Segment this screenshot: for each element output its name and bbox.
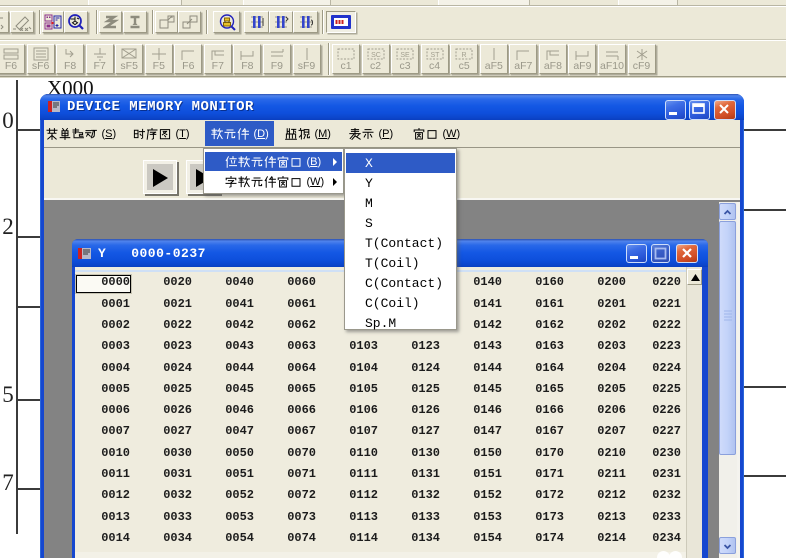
svg-text:R: R xyxy=(462,52,467,59)
svg-text:ST: ST xyxy=(430,52,440,59)
svg-text:SE: SE xyxy=(400,52,410,59)
svg-text:SC: SC xyxy=(371,52,381,59)
